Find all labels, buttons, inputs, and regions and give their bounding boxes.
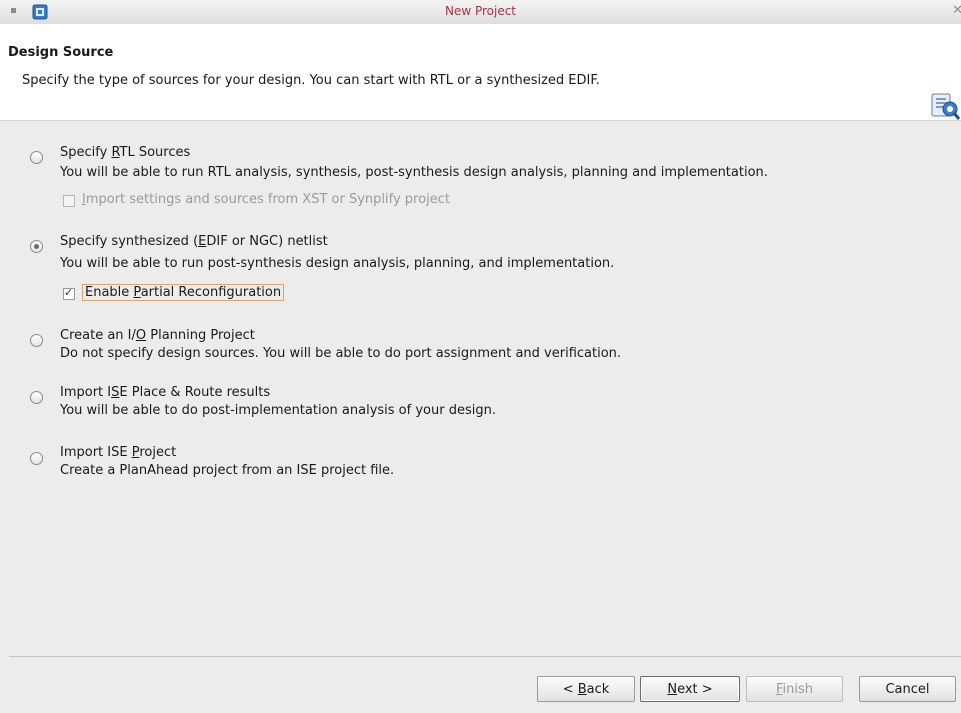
import-ise-project-radio[interactable] [30,452,43,465]
synthesized-netlist-description: You will be able to run post-synthesis d… [60,256,615,271]
partial-reconfiguration-label[interactable]: Enable Partial Reconfiguration [82,284,285,301]
finish-button[interactable]: Finish [746,676,843,702]
window-title: New Project [444,4,517,18]
rtl-sources-description: You will be able to run RTL analysis, sy… [60,165,768,180]
import-ise-project-description: Create a PlanAhead project from an ISE p… [60,463,395,478]
next-button[interactable]: Next > [640,676,740,702]
io-planning-label[interactable]: Create an I/O Planning Project [60,328,255,343]
import-ise-project-label[interactable]: Import ISE Project [60,445,176,460]
title-bar: New Project ✕ [0,0,961,25]
import-ise-par-description: You will be able to do post-implementati… [60,403,496,418]
import-settings-checkbox[interactable] [63,195,75,207]
import-ise-par-label[interactable]: Import ISE Place & Route results [60,385,270,400]
page-title: Design Source [8,45,114,60]
cancel-button[interactable]: Cancel [859,676,956,702]
page-description: Specify the type of sources for your des… [22,73,600,88]
rtl-sources-radio[interactable] [30,151,43,164]
synthesized-netlist-radio[interactable] [30,240,43,253]
io-planning-radio[interactable] [30,334,43,347]
close-icon[interactable]: ✕ [952,3,961,18]
io-planning-description: Do not specify design sources. You will … [60,346,622,361]
synthesized-netlist-label[interactable]: Specify synthesized (EDIF or NGC) netlis… [60,234,328,249]
import-settings-label[interactable]: Import settings and sources from XST or … [82,192,450,207]
footer-divider [9,656,961,657]
rtl-sources-label[interactable]: Specify RTL Sources [60,145,190,160]
wizard-header: Design Source Specify the type of source… [0,24,961,121]
import-ise-par-radio[interactable] [30,391,43,404]
back-button[interactable]: < Back [537,676,635,702]
partial-reconfiguration-checkbox[interactable] [63,286,75,300]
project-wizard-icon [931,93,961,120]
